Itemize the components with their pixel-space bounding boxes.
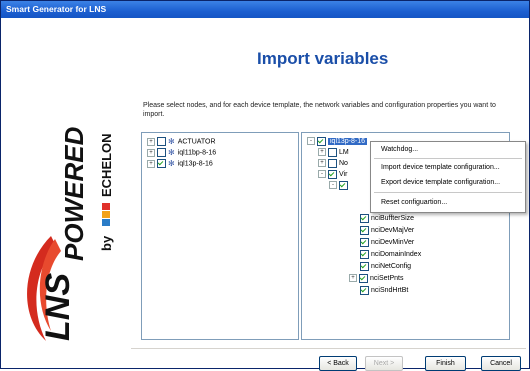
node-label: Vir — [339, 171, 348, 178]
variable-checkbox[interactable] — [360, 285, 369, 295]
node-checkbox[interactable] — [328, 169, 337, 179]
variable-label: nciSndHrtBt — [371, 287, 409, 294]
variable-label: nciDevMinVer — [371, 239, 415, 246]
expand-icon[interactable]: + — [318, 148, 326, 157]
tree-node[interactable]: + LM — [318, 147, 349, 158]
menu-item-import-config[interactable]: Import device template configuration... — [372, 162, 525, 174]
node-checkbox[interactable] — [157, 159, 166, 168]
variable-item[interactable]: nciNetConfig — [360, 261, 411, 272]
expand-icon[interactable]: + — [349, 274, 357, 283]
node-checkbox[interactable] — [157, 137, 166, 146]
variable-label: nciNetConfig — [371, 263, 412, 270]
context-menu: Watchdog... Import device template confi… — [370, 141, 526, 213]
tree-node[interactable]: + ✻ iql13p-8-16 — [147, 158, 213, 169]
lns-powered-logo: LNS POWERED by ECHELON — [27, 126, 114, 341]
tree-node[interactable]: - — [329, 180, 350, 191]
menu-item-watchdog[interactable]: Watchdog... — [372, 144, 525, 156]
root-label: iql13p-8-16 — [328, 138, 368, 145]
node-label: iql11bp-8-16 — [177, 149, 217, 157]
expand-icon[interactable]: + — [147, 148, 155, 157]
variable-label: nciDomainIndex — [371, 251, 422, 258]
device-icon: ✻ — [168, 137, 175, 146]
footer-divider — [131, 348, 526, 349]
node-checkbox[interactable] — [157, 148, 166, 157]
node-label: ACTUATOR — [177, 138, 216, 146]
variable-checkbox[interactable] — [360, 237, 369, 247]
node-checkbox[interactable] — [328, 147, 337, 157]
tree-node[interactable]: + No — [318, 158, 348, 169]
variable-item[interactable]: nciSndHrtBt — [360, 285, 408, 296]
variable-checkbox[interactable] — [360, 213, 369, 223]
menu-divider — [374, 158, 522, 159]
window-title: Smart Generator for LNS — [1, 1, 529, 18]
variable-checkbox[interactable] — [360, 261, 369, 271]
device-icon: ✻ — [168, 148, 175, 157]
variable-label: nciSetPnts — [370, 275, 404, 282]
expand-icon[interactable]: + — [147, 137, 155, 146]
tree-node[interactable]: - Vir — [318, 169, 347, 180]
node-label: No — [339, 160, 348, 167]
collapse-icon[interactable]: - — [318, 170, 326, 179]
menu-item-export-config[interactable]: Export device template configuration... — [372, 177, 525, 189]
tree-node[interactable]: + ✻ ACTUATOR — [147, 136, 216, 147]
tree-root[interactable]: - iql13p-8-16 — [307, 136, 368, 147]
variable-item[interactable]: + nciSetPnts — [349, 273, 403, 284]
expand-icon[interactable]: + — [318, 159, 326, 168]
expand-icon[interactable]: + — [147, 159, 155, 168]
node-label: LM — [339, 149, 349, 156]
instructions-text: Please select nodes, and for each device… — [143, 102, 496, 118]
menu-item-reset-config[interactable]: Reset configuartion... — [372, 197, 525, 209]
node-checkbox[interactable] — [328, 158, 337, 168]
page-heading: Import variables — [257, 49, 389, 68]
svg-text:by: by — [99, 235, 114, 251]
collapse-icon[interactable]: - — [307, 137, 315, 146]
node-tree[interactable]: + ✻ ACTUATOR + ✻ iql11bp-8-16 + ✻ iql13p-8-16 — [141, 132, 299, 340]
menu-divider — [374, 192, 522, 193]
variable-checkbox[interactable] — [359, 273, 368, 283]
wizard-window: Smart Generator for LNS LNS POWERED by E… — [0, 0, 530, 371]
variable-label: nciDevMajVer — [371, 227, 415, 234]
variable-checkbox[interactable] — [360, 225, 369, 235]
svg-text:POWERED: POWERED — [59, 126, 89, 261]
variable-item[interactable]: nciDomainIndex — [360, 249, 421, 260]
tree-node[interactable]: + ✻ iql11bp-8-16 — [147, 147, 216, 158]
node-checkbox[interactable] — [339, 180, 348, 190]
variable-item[interactable]: nciDevMajVer — [360, 225, 414, 236]
variable-checkbox[interactable] — [360, 249, 369, 259]
collapse-icon[interactable]: - — [329, 181, 337, 190]
variable-item[interactable]: nciDevMinVer — [360, 237, 414, 248]
variable-item[interactable]: nciBuffterSize — [360, 213, 414, 224]
svg-text:LNS: LNS — [39, 273, 77, 341]
node-label: iql13p-8-16 — [177, 160, 213, 168]
device-icon: ✻ — [168, 159, 175, 168]
svg-text:ECHELON: ECHELON — [99, 133, 114, 197]
variable-label: nciBuffterSize — [371, 215, 415, 222]
root-checkbox[interactable] — [317, 136, 326, 146]
